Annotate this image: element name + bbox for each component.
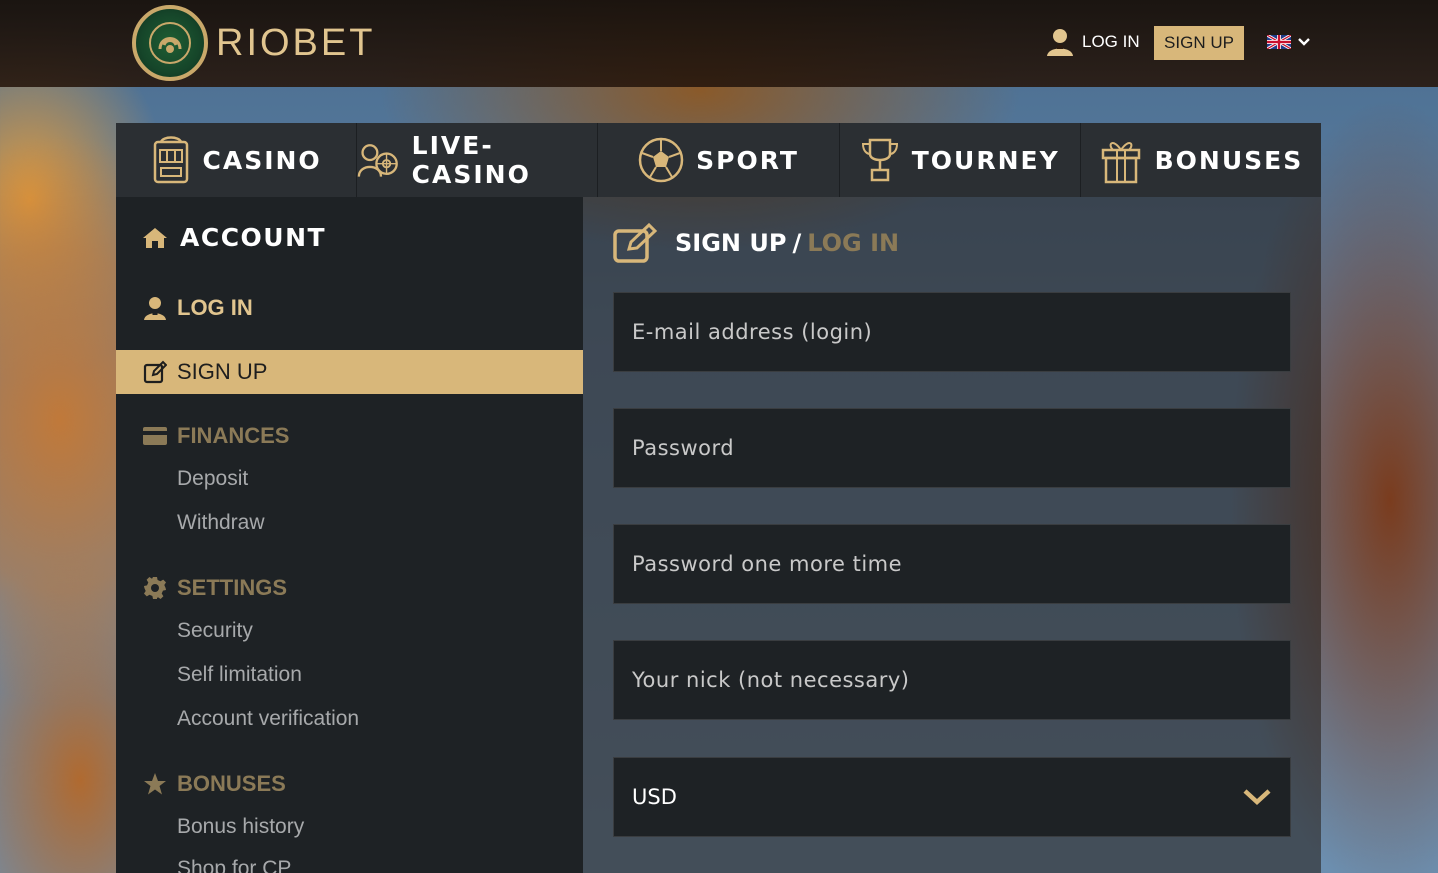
email-input[interactable] — [632, 293, 1290, 371]
sidebar-item-account-verification[interactable]: Account verification — [177, 707, 359, 731]
edit-icon — [613, 223, 658, 263]
sidebar-item-self-limitation[interactable]: Self limitation — [177, 663, 302, 687]
language-selector[interactable] — [1267, 35, 1311, 49]
sidebar-item-security[interactable]: Security — [177, 619, 253, 643]
header-login-label: LOG IN — [1082, 32, 1140, 51]
nav-live-casino-label: LIVE-CASINO — [411, 131, 531, 189]
header-signup-label: SIGN UP — [1164, 33, 1234, 52]
form-title-signup: SIGN UP — [675, 229, 787, 257]
form-title-login-link[interactable]: LOG IN — [807, 229, 899, 257]
finances-label: FINANCES — [177, 423, 290, 448]
uk-flag-icon — [1267, 35, 1291, 49]
nav-casino[interactable]: CASINO — [116, 123, 358, 197]
sidebar-item-shop-for-cp[interactable]: Shop for CP — [177, 857, 291, 873]
logo[interactable]: RIOBET — [132, 5, 375, 81]
nav-live-casino[interactable]: LIVE-CASINO — [357, 123, 599, 197]
currency-select[interactable]: USD — [613, 757, 1291, 837]
password-input[interactable] — [632, 409, 1290, 487]
dealer-roulette-icon — [357, 144, 399, 177]
sidebar-login-label: LOG IN — [177, 295, 253, 320]
sidebar-item-deposit[interactable]: Deposit — [177, 467, 248, 491]
home-icon — [143, 227, 167, 248]
password-field — [613, 408, 1291, 488]
chevron-down-icon — [1243, 789, 1271, 806]
form-title-separator: / — [792, 229, 802, 257]
nav-sport[interactable]: SPORT — [598, 123, 840, 197]
nick-field — [613, 640, 1291, 720]
sidebar-item-login[interactable]: LOG IN — [116, 290, 583, 326]
logo-badge-icon — [132, 5, 208, 81]
signup-form-panel: SIGN UP / LOG IN USD — [583, 197, 1321, 873]
edit-icon — [143, 360, 167, 384]
top-header: RIOBET LOG IN SIGN UP — [0, 0, 1438, 87]
nav-tourney-label: TOURNEY — [911, 145, 1060, 175]
sidebar-group-bonuses: BONUSES — [143, 771, 286, 797]
nav-bonuses[interactable]: BONUSES — [1081, 123, 1321, 197]
account-sidebar: ACCOUNT LOG IN SIGN UP FINANCES Deposit … — [116, 197, 583, 873]
nav-bonuses-label: BONUSES — [1154, 145, 1304, 175]
credit-card-icon — [143, 427, 167, 445]
sidebar-item-signup[interactable]: SIGN UP — [116, 350, 583, 394]
user-icon — [144, 297, 166, 320]
soccer-ball-icon — [638, 137, 684, 183]
sidebar-title: ACCOUNT — [142, 223, 326, 252]
nav-sport-label: SPORT — [696, 145, 799, 175]
sidebar-group-settings: SETTINGS — [143, 575, 287, 601]
nick-input[interactable] — [632, 641, 1290, 719]
nav-tourney[interactable]: TOURNEY — [840, 123, 1081, 197]
gear-icon — [144, 577, 166, 599]
brand-name: RIOBET — [216, 21, 376, 64]
chevron-down-icon — [1298, 38, 1310, 46]
user-icon — [1047, 29, 1073, 56]
header-signup-button[interactable]: SIGN UP — [1154, 26, 1244, 60]
email-field — [613, 292, 1291, 372]
gift-icon — [1101, 142, 1140, 184]
currency-value: USD — [632, 785, 677, 809]
settings-label: SETTINGS — [177, 575, 288, 600]
slot-machine-icon — [153, 136, 188, 184]
form-title: SIGN UP / LOG IN — [613, 223, 899, 263]
sidebar-group-finances: FINANCES — [143, 423, 289, 449]
trophy-icon — [861, 138, 898, 182]
sidebar-item-bonus-history[interactable]: Bonus history — [177, 815, 304, 839]
sidebar-signup-label: SIGN UP — [177, 359, 268, 384]
bonuses-label: BONUSES — [177, 771, 286, 796]
password-confirm-field — [613, 524, 1291, 604]
password-confirm-input[interactable] — [632, 525, 1290, 603]
sidebar-item-withdraw[interactable]: Withdraw — [177, 511, 265, 535]
nav-casino-label: CASINO — [202, 145, 322, 175]
star-icon — [144, 773, 166, 795]
header-login-button[interactable]: LOG IN — [1046, 27, 1140, 57]
main-nav: CASINO LIVE-CASINO SPORT TOURNEY BONUSES — [116, 123, 1321, 197]
sidebar-title-label: ACCOUNT — [180, 223, 327, 252]
